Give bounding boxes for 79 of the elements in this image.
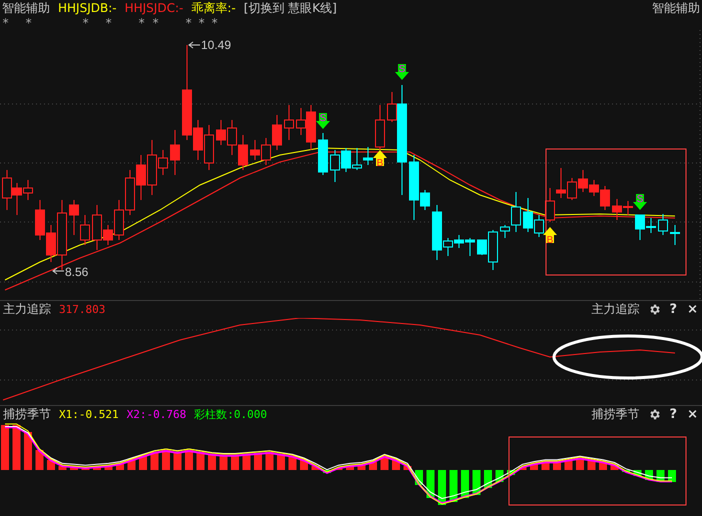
histogram-bar <box>104 466 112 470</box>
indicator-title: 主力追踪 <box>592 302 640 317</box>
star-marker: * <box>138 16 146 30</box>
candlestick <box>272 114 282 150</box>
candlestick <box>170 130 180 176</box>
help-button[interactable]: ? <box>668 302 678 317</box>
candlestick <box>670 224 680 246</box>
indicator-title: 捕捞季节 <box>592 407 640 422</box>
switch-view-link[interactable]: [切换到 慧眼K线] <box>244 0 337 16</box>
star-marker: * <box>152 16 160 30</box>
histogram-bar <box>518 467 526 470</box>
histogram-bar <box>93 467 101 470</box>
price-label: 8.56 <box>65 265 88 279</box>
candlestick <box>238 134 248 170</box>
candlestick <box>567 178 577 200</box>
star-marker: * <box>82 16 90 30</box>
indicator-value: HHJSJDC:- <box>124 0 184 16</box>
indicator-value: 317.803 <box>59 302 106 317</box>
price-label: 10.49 <box>201 38 232 52</box>
candlestick <box>216 120 226 146</box>
histogram-bar <box>185 450 193 470</box>
candlestick <box>136 154 146 200</box>
leader-line <box>188 42 200 48</box>
candlestick <box>284 104 294 140</box>
indicator-value: 乖离率:- <box>191 0 236 16</box>
help-button[interactable]: ? <box>668 407 678 422</box>
candlestick <box>341 148 351 172</box>
star-marker: * <box>185 16 193 30</box>
histogram-bar <box>162 450 170 470</box>
candlestick <box>125 170 135 216</box>
candlestick <box>227 120 237 156</box>
candlestick <box>80 214 90 246</box>
chart-title: 智能辅助 <box>652 0 700 16</box>
histogram-bar <box>24 432 32 470</box>
settings-icon[interactable] <box>648 303 661 316</box>
histogram-bar <box>58 466 66 470</box>
histogram-bar <box>668 470 676 482</box>
settings-icon[interactable] <box>648 408 661 421</box>
star-marker: * <box>105 16 113 30</box>
candlestick <box>658 214 668 236</box>
histogram-bar <box>346 466 354 470</box>
candlestick <box>204 124 214 170</box>
histogram-bar <box>70 467 78 470</box>
candlestick <box>556 168 566 198</box>
histogram-bar <box>1 425 9 470</box>
candlestick <box>363 146 373 166</box>
star-marker: * <box>25 16 33 30</box>
indicator-value: X1:-0.521 <box>59 407 119 422</box>
close-button[interactable]: × <box>686 407 699 422</box>
star-marker: * <box>2 16 10 30</box>
indicator-title: 主力追踪 <box>3 302 51 317</box>
chart-title: 智能辅助 <box>2 0 50 16</box>
candlestick <box>69 200 79 236</box>
candlestick <box>35 200 45 240</box>
histogram-bar <box>438 470 446 505</box>
indicator-title: 捕捞季节 <box>3 407 51 422</box>
indicator-value: X2:-0.768 <box>126 407 186 422</box>
histogram-bar <box>358 465 366 470</box>
candlestick <box>352 148 362 170</box>
star-marker: * <box>211 16 219 30</box>
histogram-bar <box>450 470 458 502</box>
candlestick <box>578 170 588 192</box>
candlestick <box>454 234 464 248</box>
candlestick <box>330 150 340 182</box>
indicator-value: 彩柱数:0.000 <box>194 407 267 422</box>
candlestick <box>261 138 271 166</box>
indicator-value: HHJSJDB:- <box>58 0 117 16</box>
close-button[interactable]: × <box>686 302 699 317</box>
histogram-bar <box>610 465 618 470</box>
candlestick <box>250 140 260 160</box>
candlestick <box>318 132 328 176</box>
candlestick <box>465 238 475 256</box>
star-marker: * <box>198 16 206 30</box>
leader-line <box>52 268 64 274</box>
histogram-bar <box>12 425 20 470</box>
histogram-bar <box>461 470 469 498</box>
histogram-bar <box>404 466 412 470</box>
histogram-bar <box>312 466 320 470</box>
candlestick <box>375 104 385 150</box>
